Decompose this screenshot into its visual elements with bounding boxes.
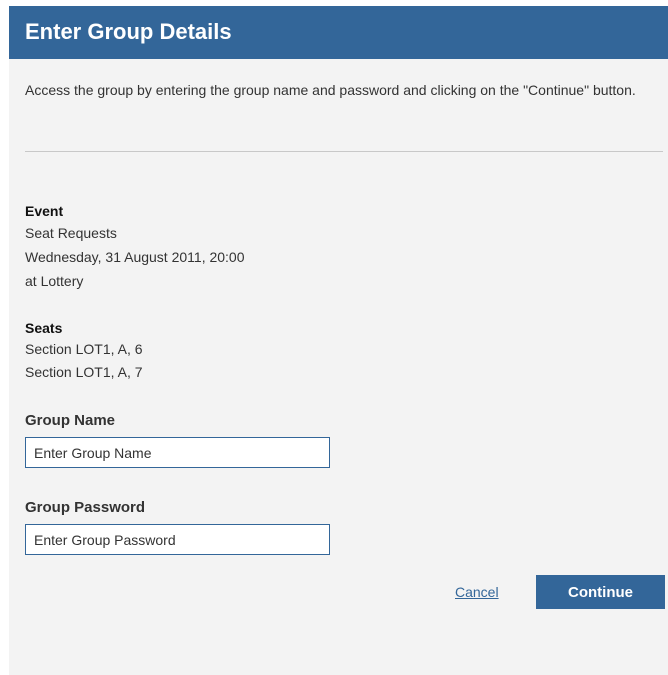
cancel-link[interactable]: Cancel: [455, 583, 499, 601]
event-name: Seat Requests: [25, 225, 117, 241]
group-password-input[interactable]: [25, 524, 330, 555]
dialog-title: Enter Group Details: [25, 19, 232, 44]
seats-heading: Seats: [25, 320, 63, 336]
instructions-text: Access the group by entering the group n…: [25, 82, 636, 98]
seat-item: Section LOT1, A, 6: [25, 341, 143, 357]
continue-button[interactable]: Continue: [536, 575, 665, 609]
group-details-dialog: Enter Group Details Access the group by …: [9, 6, 668, 675]
event-heading: Event: [25, 203, 64, 219]
seat-item: Section LOT1, A, 7: [25, 364, 143, 380]
group-password-label: Group Password: [25, 499, 146, 516]
group-name-input[interactable]: [25, 437, 330, 468]
divider: [25, 151, 663, 152]
event-venue: at Lottery: [25, 273, 84, 289]
event-datetime: Wednesday, 31 August 2011, 20:00: [25, 249, 245, 265]
dialog-header: Enter Group Details: [9, 6, 668, 59]
group-name-label: Group Name: [25, 412, 116, 429]
